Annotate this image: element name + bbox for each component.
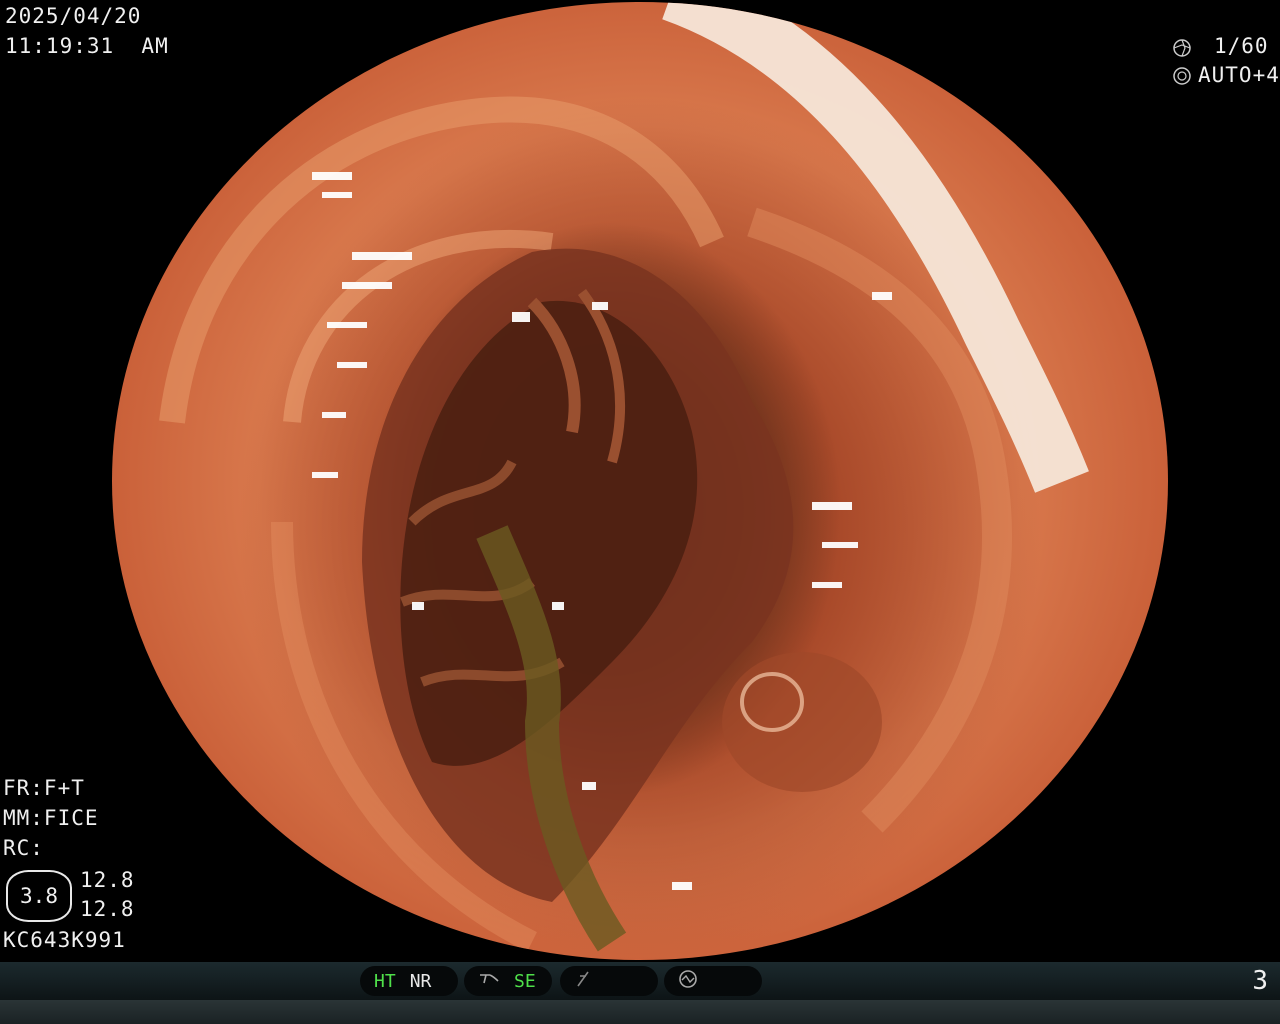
rc-setting: RC: — [3, 836, 44, 860]
fr-setting: FR:F+T — [3, 776, 85, 800]
endoscope-view — [112, 2, 1168, 960]
se-label: SE — [514, 970, 536, 992]
shutter-icon — [1172, 38, 1192, 62]
freeze-icon — [574, 970, 592, 993]
time-label: 11:19:31 AM — [5, 34, 169, 58]
mm-setting: MM:FICE — [3, 806, 99, 830]
status-strip — [0, 1000, 1280, 1024]
enhance-icon — [478, 971, 500, 992]
release-icon — [678, 969, 698, 994]
release-indicator — [664, 966, 762, 996]
scope-id: KC643K991 — [3, 928, 126, 952]
ht-nr-indicator: HT NR — [360, 966, 458, 996]
date-label: 2025/04/20 — [5, 4, 142, 28]
iris-mode: AUTO+4 — [1198, 63, 1280, 87]
value-bottom: 12.8 — [80, 897, 135, 921]
page-number: 3 — [1252, 966, 1268, 996]
freeze-indicator — [560, 966, 658, 996]
se-indicator: SE — [464, 966, 552, 996]
value-top: 12.8 — [80, 868, 135, 892]
badge-text: 3.8 — [20, 884, 58, 908]
iris-icon — [1172, 66, 1192, 90]
shutter-speed: 1/60 — [1214, 34, 1269, 58]
mucosa-illustration — [159, 2, 1089, 952]
nr-label: NR — [409, 970, 432, 992]
badge-value: 3.8 — [6, 870, 72, 922]
ht-label: HT — [374, 970, 396, 992]
